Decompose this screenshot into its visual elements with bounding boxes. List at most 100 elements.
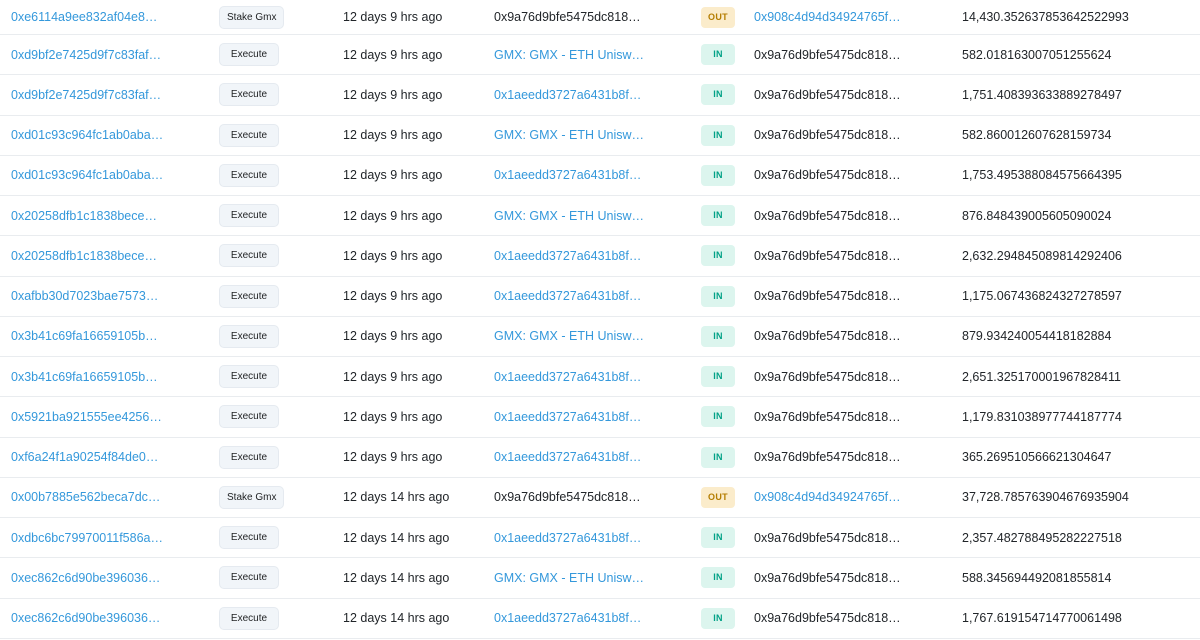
method-cell: Execute <box>219 599 329 638</box>
table-row: 0xe6114a9ee832af04e8… Stake Gmx 12 days 9 … <box>0 0 1200 35</box>
from-address[interactable]: 0x1aeedd3727a6431b8f… <box>494 370 641 384</box>
txn-hash-link[interactable]: 0xd9bf2e7425d9f7c83faf… <box>11 48 161 62</box>
from-cell: GMX: GMX - ETH Unisw… <box>494 35 694 74</box>
table-row: 0x3b41c69fa16659105b… Execute 12 days 9 hr… <box>0 357 1200 398</box>
value-text: 14,430.352637853642522993 <box>962 10 1129 24</box>
from-address[interactable]: 0x1aeedd3727a6431b8f… <box>494 450 641 464</box>
txn-hash-link[interactable]: 0x5921ba921555ee4256… <box>11 410 162 424</box>
from-cell: 0x1aeedd3727a6431b8f… <box>494 156 694 195</box>
to-cell: 0x9a76d9bfe5475dc818… <box>754 236 954 275</box>
txn-hash-link[interactable]: 0xd01c93c964fc1ab0aba… <box>11 168 163 182</box>
from-cell: 0x1aeedd3727a6431b8f… <box>494 357 694 396</box>
to-cell: 0x9a76d9bfe5475dc818… <box>754 35 954 74</box>
txn-hash-link[interactable]: 0x00b7885e562beca7dc… <box>11 490 160 504</box>
txn-hash-link[interactable]: 0xe6114a9ee832af04e8… <box>11 10 157 24</box>
direction-badge: IN <box>701 325 735 347</box>
from-address: 0x9a76d9bfe5475dc818… <box>494 490 641 505</box>
age-cell: 12 days 9 hrs ago <box>343 196 483 235</box>
direction-badge: OUT <box>701 486 735 508</box>
txn-hash-link[interactable]: 0x3b41c69fa16659105b… <box>11 329 158 343</box>
from-address[interactable]: GMX: GMX - ETH Unisw… <box>494 128 644 142</box>
txn-hash-cell: 0x3b41c69fa16659105b… <box>11 357 211 396</box>
value-text: 1,175.067436824327278597 <box>962 289 1122 304</box>
direction-badge: IN <box>701 124 735 146</box>
method-cell: Execute <box>219 438 329 477</box>
method-cell: Stake Gmx <box>219 0 329 34</box>
from-address[interactable]: GMX: GMX - ETH Unisw… <box>494 48 644 62</box>
from-cell: 0x1aeedd3727a6431b8f… <box>494 277 694 316</box>
txn-hash-link[interactable]: 0xd01c93c964fc1ab0aba… <box>11 128 163 142</box>
table-row: 0x3b41c69fa16659105b… Execute 12 days 9 hr… <box>0 317 1200 357</box>
direction-badge: OUT <box>701 6 735 28</box>
to-address: 0x9a76d9bfe5475dc818… <box>754 369 901 384</box>
to-cell: 0x9a76d9bfe5475dc818… <box>754 558 954 597</box>
to-cell: 0x9a76d9bfe5475dc818… <box>754 277 954 316</box>
txn-hash-link[interactable]: 0xec862c6d90be396036… <box>11 611 160 625</box>
value-text: 1,179.831038977744187774 <box>962 409 1122 424</box>
table-row: 0x00b7885e562beca7dc… Stake Gmx 12 days 14… <box>0 478 1200 518</box>
from-address[interactable]: 0x1aeedd3727a6431b8f… <box>494 410 641 424</box>
value-text: 1,751.408393633889278497 <box>962 87 1122 102</box>
txn-hash-link[interactable]: 0xdbc6bc79970011f586a… <box>11 531 163 545</box>
age-text: 12 days 9 hrs ago <box>343 450 443 465</box>
from-address[interactable]: 0x1aeedd3727a6431b8f… <box>494 611 641 625</box>
value-cell: 1,179.831038977744187774 <box>962 397 1192 436</box>
from-cell: 0x1aeedd3727a6431b8f… <box>494 438 694 477</box>
to-cell: 0x9a76d9bfe5475dc818… <box>754 196 954 235</box>
to-cell: 0x9a76d9bfe5475dc818… <box>754 317 954 356</box>
txn-hash-link[interactable]: 0xafbb30d7023bae7573… <box>11 289 158 303</box>
to-address: 0x9a76d9bfe5475dc818… <box>754 409 901 424</box>
txn-hash-link[interactable]: 0x20258dfb1c1838bece… <box>11 249 157 263</box>
to-cell: 0x9a76d9bfe5475dc818… <box>754 438 954 477</box>
age-text: 12 days 9 hrs ago <box>343 87 443 102</box>
txn-hash-link[interactable]: 0xec862c6d90be396036… <box>11 571 160 585</box>
value-text: 2,632.294845089814292406 <box>962 248 1122 263</box>
age-cell: 12 days 14 hrs ago <box>343 518 483 557</box>
from-address[interactable]: 0x1aeedd3727a6431b8f… <box>494 289 641 303</box>
to-address: 0x9a76d9bfe5475dc818… <box>754 128 901 143</box>
txn-hash-cell: 0x00b7885e562beca7dc… <box>11 478 211 517</box>
txn-hash-link[interactable]: 0xf6a24f1a90254f84de0… <box>11 450 158 464</box>
to-cell: 0x9a76d9bfe5475dc818… <box>754 357 954 396</box>
direction-badge: IN <box>701 527 735 549</box>
from-address[interactable]: GMX: GMX - ETH Unisw… <box>494 209 644 223</box>
direction-badge: IN <box>701 164 735 186</box>
value-cell: 582.860012607628159734 <box>962 116 1192 155</box>
to-address[interactable]: 0x908c4d94d34924765f… <box>754 490 901 504</box>
from-address[interactable]: GMX: GMX - ETH Unisw… <box>494 571 644 585</box>
txn-hash-link[interactable]: 0x3b41c69fa16659105b… <box>11 370 158 384</box>
from-address[interactable]: 0x1aeedd3727a6431b8f… <box>494 531 641 545</box>
from-address[interactable]: 0x1aeedd3727a6431b8f… <box>494 88 641 102</box>
age-cell: 12 days 9 hrs ago <box>343 0 483 34</box>
to-address: 0x9a76d9bfe5475dc818… <box>754 47 901 62</box>
value-cell: 582.018163007051255624 <box>962 35 1192 74</box>
txn-hash-link[interactable]: 0xd9bf2e7425d9f7c83faf… <box>11 88 161 102</box>
method-badge: Stake Gmx <box>219 485 285 509</box>
direction-cell: IN <box>701 277 741 316</box>
txn-hash-cell: 0x5921ba921555ee4256… <box>11 397 211 436</box>
method-cell: Execute <box>219 558 329 597</box>
direction-badge: IN <box>701 406 735 428</box>
txn-hash-link[interactable]: 0x20258dfb1c1838bece… <box>11 209 157 223</box>
value-cell: 588.345694492081855814 <box>962 558 1192 597</box>
to-cell: 0x9a76d9bfe5475dc818… <box>754 116 954 155</box>
age-cell: 12 days 9 hrs ago <box>343 75 483 114</box>
value-text: 37,728.785763904676935904 <box>962 490 1129 505</box>
to-address[interactable]: 0x908c4d94d34924765f… <box>754 10 901 24</box>
from-cell: 0x1aeedd3727a6431b8f… <box>494 236 694 275</box>
method-badge: Execute <box>219 284 279 308</box>
from-address[interactable]: 0x1aeedd3727a6431b8f… <box>494 249 641 263</box>
age-text: 12 days 14 hrs ago <box>343 490 450 505</box>
value-cell: 1,753.495388084575664395 <box>962 156 1192 195</box>
age-cell: 12 days 14 hrs ago <box>343 558 483 597</box>
table-row: 0x20258dfb1c1838bece… Execute 12 days 9 hr… <box>0 196 1200 237</box>
direction-cell: IN <box>701 236 741 275</box>
from-address[interactable]: GMX: GMX - ETH Unisw… <box>494 329 644 343</box>
from-address[interactable]: 0x1aeedd3727a6431b8f… <box>494 168 641 182</box>
direction-cell: OUT <box>701 478 741 517</box>
value-cell: 1,767.619154714770061498 <box>962 599 1192 638</box>
method-cell: Execute <box>219 277 329 316</box>
to-cell: 0x908c4d94d34924765f… <box>754 0 954 34</box>
to-address: 0x9a76d9bfe5475dc818… <box>754 289 901 304</box>
value-text: 588.345694492081855814 <box>962 570 1112 585</box>
